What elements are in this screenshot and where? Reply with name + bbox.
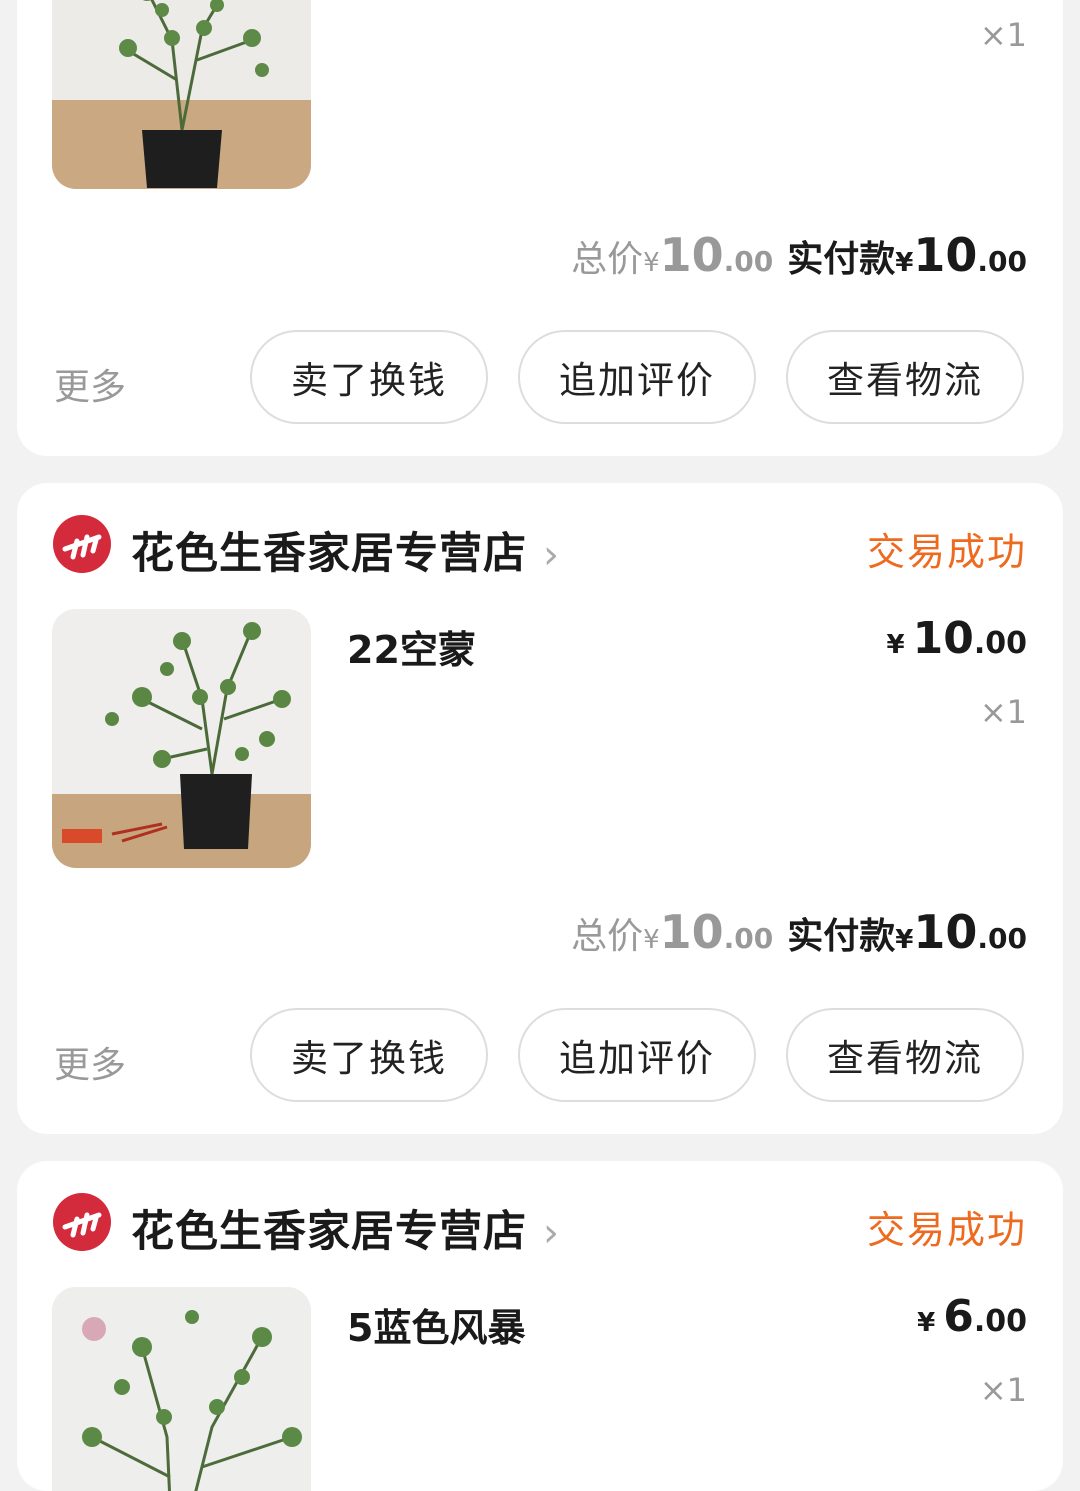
price-value: 6 — [943, 1291, 974, 1342]
product-price: ¥6.00 — [917, 1291, 1027, 1342]
order-totals: 总价¥10.00 实付款¥10.00 — [571, 905, 1027, 959]
total-currency: ¥ — [643, 925, 660, 955]
shop-name[interactable]: 花色生香家居专营店 › — [131, 1197, 560, 1259]
product-price: ¥10.00 — [887, 613, 1027, 664]
shop-logo-icon[interactable] — [53, 1193, 111, 1251]
paid-currency: ¥ — [895, 925, 914, 955]
total-decimal: .00 — [723, 922, 774, 955]
price-decimal: .00 — [973, 626, 1027, 661]
view-logistics-button[interactable]: 查看物流 — [786, 1008, 1024, 1102]
price-decimal: .00 — [973, 1304, 1027, 1339]
shop-name[interactable]: 花色生香家居专营店 › — [131, 519, 560, 581]
paid-currency: ¥ — [895, 248, 914, 278]
product-name[interactable]: 5蓝色风暴 — [347, 1297, 525, 1352]
price-currency: ¥ — [886, 630, 905, 660]
total-currency: ¥ — [643, 248, 660, 278]
view-logistics-button[interactable]: 查看物流 — [786, 330, 1024, 424]
add-review-button[interactable]: 追加评价 — [518, 1008, 756, 1102]
quantity: ×1 — [979, 693, 1027, 731]
total-value: 10 — [659, 228, 724, 282]
order-card-2: 花色生香家居专营店 › 交易成功 22空蒙 ¥10.00 ×1 总价¥10.00… — [17, 483, 1063, 1134]
product-image[interactable] — [52, 1287, 311, 1491]
more-link[interactable]: 更多 — [54, 358, 126, 410]
paid-value: 10 — [913, 228, 978, 282]
product-name[interactable]: 22空蒙 — [347, 619, 476, 674]
chevron-right-icon: › — [542, 1210, 560, 1256]
total-label: 总价 — [571, 916, 644, 957]
paid-decimal: .00 — [977, 245, 1027, 278]
quantity: ×1 — [979, 16, 1027, 54]
shop-name-text: 花色生香家居专营店 — [131, 529, 527, 579]
order-card-3: 花色生香家居专营店 › 交易成功 5蓝色风暴 ¥6.00 ×1 — [17, 1161, 1063, 1491]
total-label: 总价 — [571, 239, 644, 280]
price-value: 10 — [912, 613, 974, 664]
paid-value: 10 — [913, 905, 978, 959]
price-currency: ¥ — [917, 1308, 936, 1338]
order-totals: 总价¥10.00 实付款¥10.00 — [571, 228, 1027, 282]
product-image[interactable] — [52, 0, 311, 189]
sell-button[interactable]: 卖了换钱 — [250, 1008, 488, 1102]
total-decimal: .00 — [723, 245, 774, 278]
paid-decimal: .00 — [977, 922, 1027, 955]
shop-name-text: 花色生香家居专营店 — [131, 1207, 527, 1257]
sell-button[interactable]: 卖了换钱 — [250, 330, 488, 424]
add-review-button[interactable]: 追加评价 — [518, 330, 756, 424]
paid-label: 实付款 — [787, 916, 896, 957]
chevron-right-icon: › — [542, 532, 560, 578]
order-status: 交易成功 — [866, 530, 1027, 574]
shop-logo-icon[interactable] — [53, 515, 111, 573]
more-link[interactable]: 更多 — [54, 1036, 126, 1088]
total-value: 10 — [659, 905, 724, 959]
quantity: ×1 — [979, 1371, 1027, 1409]
order-card-1: ×1 总价¥10.00 实付款¥10.00 更多 卖了换钱 追加评价 查看物流 — [17, 0, 1063, 456]
paid-label: 实付款 — [787, 239, 896, 280]
order-status: 交易成功 — [866, 1208, 1027, 1252]
product-image[interactable] — [52, 609, 311, 868]
